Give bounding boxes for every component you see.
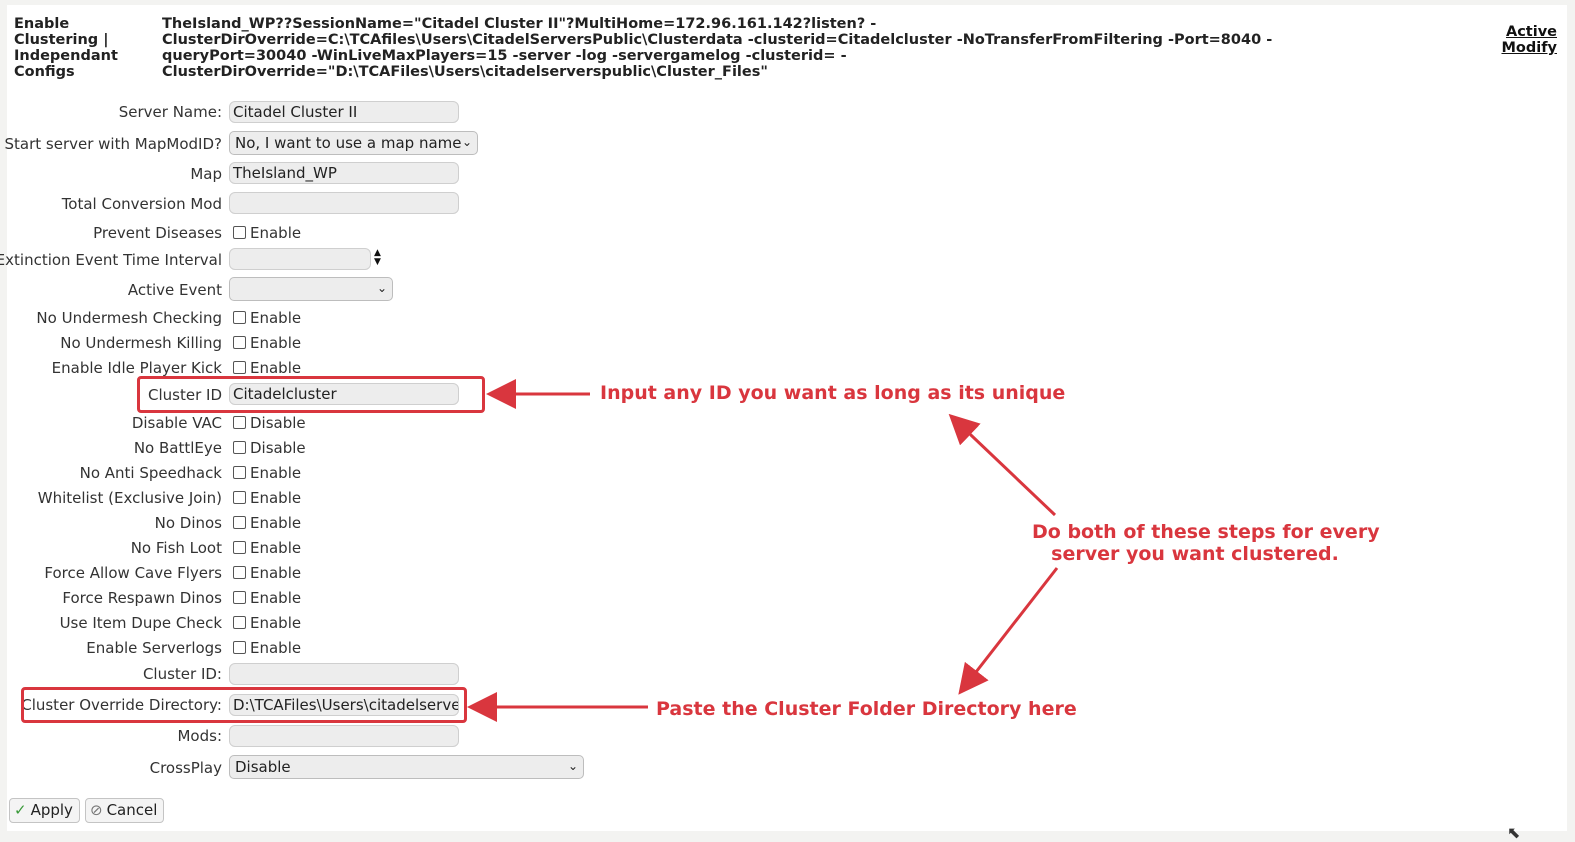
arrow-to-cluster-id-note: [948, 413, 1057, 517]
cluster-id-annotation: Input any ID you want as long as its uni…: [600, 382, 1066, 404]
both-steps-line2: server you want clustered.: [1051, 543, 1339, 565]
both-steps-line1: Do both of these steps for every: [1032, 521, 1380, 543]
both-steps-annotation: Do both of these steps for every server …: [1032, 521, 1380, 565]
directory-annotation: Paste the Cluster Folder Directory here: [656, 698, 1077, 720]
mouse-cursor-icon: ⬉: [1507, 823, 1521, 842]
arrow-to-directory-note: [958, 567, 1059, 695]
